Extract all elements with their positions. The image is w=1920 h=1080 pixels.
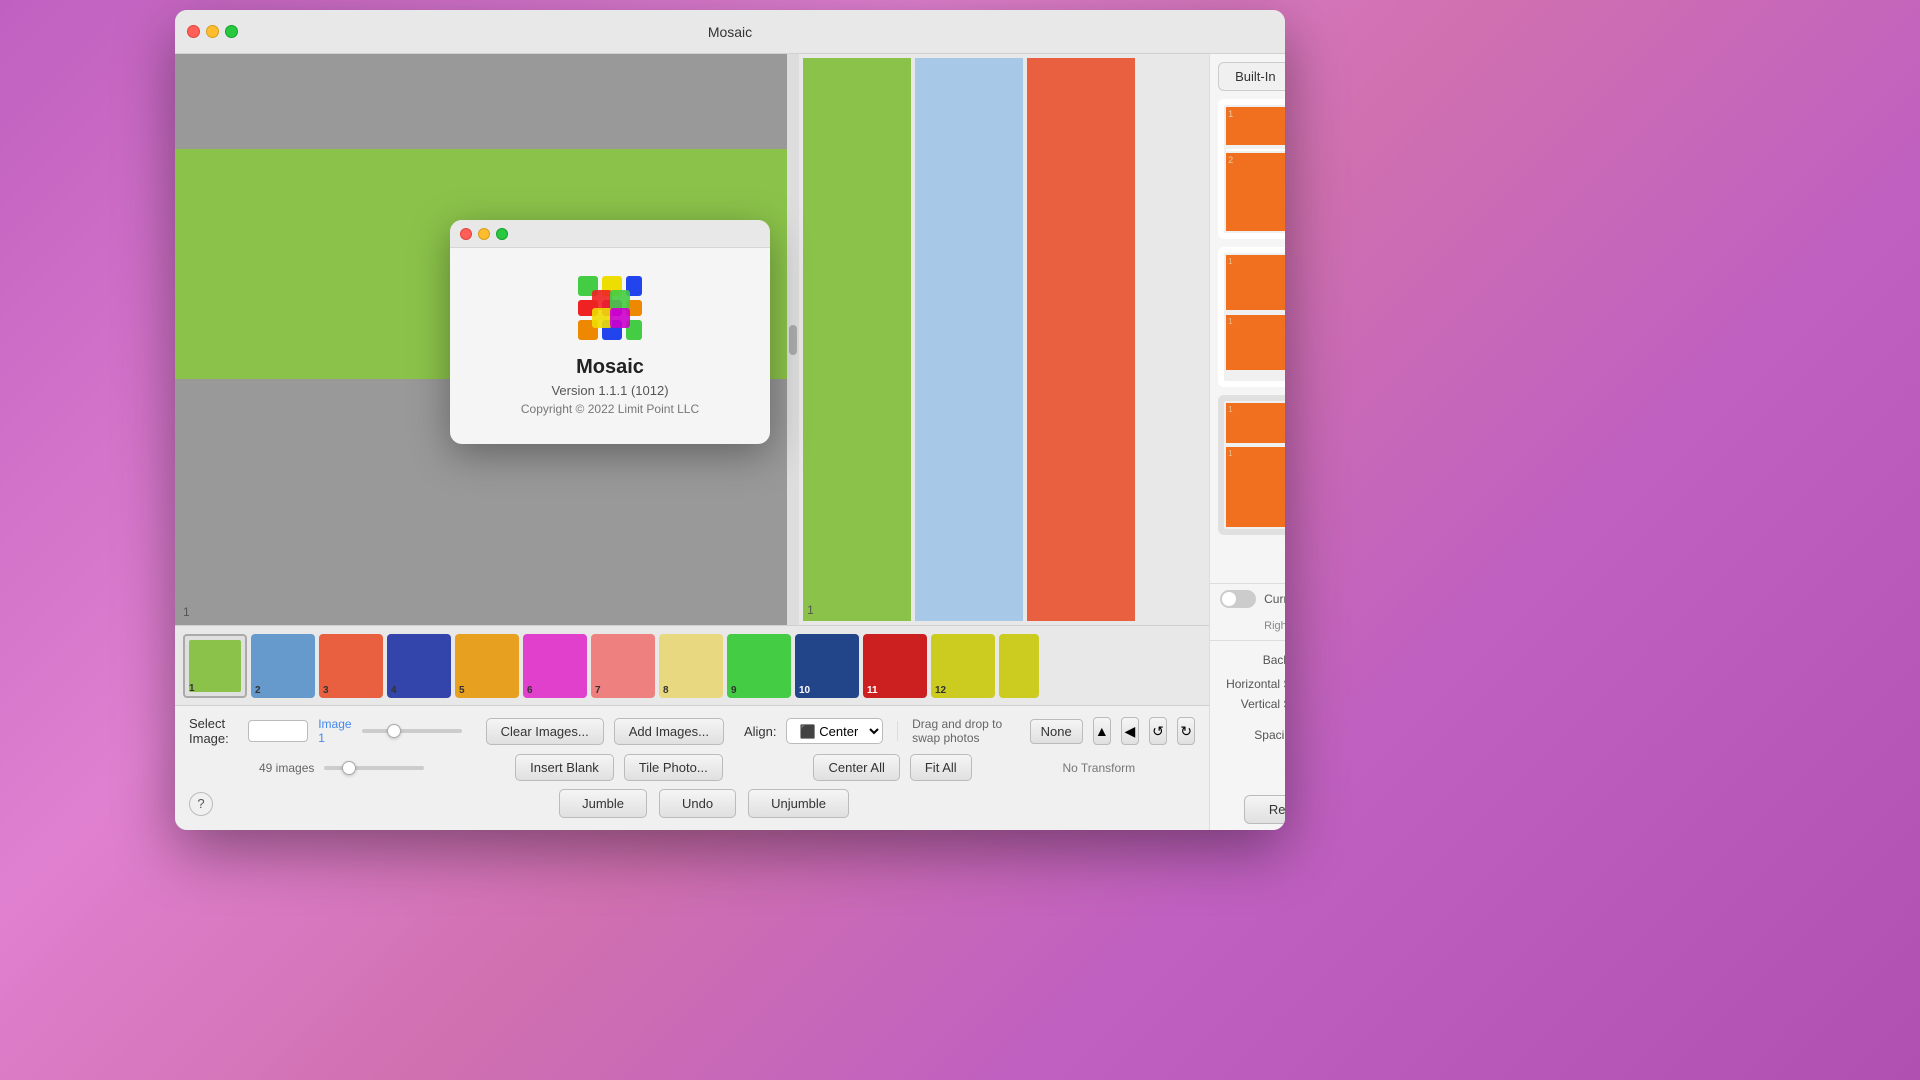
h-spacing-label: Horizontal Spacing: (1220, 677, 1285, 691)
image-label[interactable]: Image 1 (318, 717, 351, 745)
rp-page-num: 1 (807, 603, 814, 617)
image-count: 49 images (259, 761, 314, 775)
template-hint-text: Right or Control-Click for menu (1264, 620, 1285, 632)
background-row: Background: Set Transparent (1220, 649, 1285, 671)
thumbnail-8[interactable]: 8 (659, 634, 723, 698)
spacing-type-row: Spacing Type: Inset Outset Between Rende… (1220, 717, 1285, 753)
maximize-button[interactable] (225, 25, 238, 38)
select-image-label: Select Image: (189, 716, 238, 746)
templates-hint: Right or Control-Click for menu (1210, 614, 1285, 640)
close-button[interactable] (187, 25, 200, 38)
thumbnail-3[interactable]: 3 (319, 634, 383, 698)
template-item-1[interactable]: 1 2 3 (1218, 99, 1285, 239)
dialog-title-bar (450, 220, 770, 248)
window-title: Mosaic (708, 24, 752, 40)
dialog-version: Version 1.1.1 (1012) (470, 383, 750, 398)
clear-images-button[interactable]: Clear Images... (486, 718, 604, 745)
image-select-input[interactable] (248, 720, 308, 742)
tile-photo-button[interactable]: Tile Photo... (624, 754, 723, 781)
rp-col-orange (1027, 58, 1135, 621)
v-spacing-row: Vertical Spacing: 5 (1220, 697, 1285, 711)
templates-grid: 1 2 3 1 (1210, 91, 1285, 583)
dialog-body: Mosaic Version 1.1.1 (1012) Copyright © … (450, 248, 770, 444)
frame-label: Frame: (1220, 764, 1285, 778)
render-row: Result Render (1220, 789, 1285, 830)
jumble-button[interactable]: Jumble (559, 789, 647, 818)
transform-btn-1[interactable]: ▲ (1093, 717, 1111, 745)
right-side: Built-In My Templates 1 2 3 (1209, 54, 1285, 830)
thumbnail-7[interactable]: 7 (591, 634, 655, 698)
dialog-close-button[interactable] (460, 228, 472, 240)
thumbnail-1[interactable]: 1 (183, 634, 247, 698)
add-images-button[interactable]: Add Images... (614, 718, 724, 745)
controls-row-1: Select Image: Image 1 Clear Images... Ad… (189, 716, 1195, 746)
jumble-controls: Jumble Undo Unjumble (213, 789, 1195, 818)
dialog-copyright: Copyright © 2022 Limit Point LLC (470, 402, 750, 416)
align-select[interactable]: ⬛ Center Top Left Top Right (786, 718, 883, 744)
thumbnail-4[interactable]: 4 (387, 634, 451, 698)
fit-all-button[interactable]: Fit All (910, 754, 972, 781)
transform-btn-4[interactable]: ↻ (1177, 717, 1195, 745)
template-preview-1: 1 2 3 (1218, 99, 1285, 239)
insert-blank-button[interactable]: Insert Blank (515, 754, 614, 781)
title-bar: Mosaic (175, 10, 1285, 54)
built-in-tab[interactable]: Built-In (1218, 62, 1285, 91)
templates-footer: Current Default 43 (1210, 583, 1285, 614)
template-item-3[interactable]: 1 1 2 3 (1218, 395, 1285, 535)
thumbnail-10[interactable]: 10 (795, 634, 859, 698)
rp-col-blue (915, 58, 1023, 621)
image-slider[interactable] (362, 729, 462, 733)
app-icon-svg (574, 272, 646, 344)
drag-hint: Drag and drop to swap photos (912, 717, 1012, 745)
toggle-switch[interactable] (1220, 590, 1256, 608)
center-all-button[interactable]: Center All (813, 754, 899, 781)
scroll-thumb (789, 325, 797, 355)
transform-none-button[interactable]: None (1030, 719, 1083, 744)
align-label: Align: (744, 724, 777, 739)
rp-col-green (803, 58, 911, 621)
image-slider-2[interactable] (324, 766, 424, 770)
canvas-page-number: 1 (183, 605, 190, 619)
template-preview-2: 1 2 3 1 2 3 (1218, 247, 1285, 387)
traffic-lights (187, 25, 238, 38)
thumbnail-13[interactable] (999, 634, 1039, 698)
toggle-knob (1222, 592, 1236, 606)
controls-row-2: 49 images Insert Blank Tile Photo... Cen… (189, 754, 1195, 781)
h-spacing-row: Horizontal Spacing: 5 (1220, 677, 1285, 691)
thumbnail-9[interactable]: 9 (727, 634, 791, 698)
background-label: Background: (1220, 653, 1285, 667)
template-tabs: Built-In My Templates (1210, 54, 1285, 91)
app-icon (574, 272, 646, 344)
template-preview-3: 1 1 2 3 (1218, 395, 1285, 535)
v-spacing-label: Vertical Spacing: (1220, 697, 1285, 711)
result-button[interactable]: Result (1244, 795, 1285, 824)
transform-btn-2[interactable]: ◀ (1121, 717, 1139, 745)
dialog-minimize-button[interactable] (478, 228, 490, 240)
frame-row: Frame: None Thin Medium Thick (1220, 759, 1285, 783)
controls-row-3: ? Jumble Undo Unjumble (189, 789, 1195, 818)
thumbnail-2[interactable]: 2 (251, 634, 315, 698)
unjumble-button[interactable]: Unjumble (748, 789, 849, 818)
canvas-top-gray (175, 54, 787, 149)
thumbnail-11[interactable]: 11 (863, 634, 927, 698)
right-preview: 1 (799, 54, 1209, 625)
thumbnail-12[interactable]: 12 (931, 634, 995, 698)
dialog-app-name: Mosaic (470, 356, 750, 379)
thumbnails-strip: 1 2 3 4 5 6 7 (175, 625, 1209, 705)
thumbnail-5[interactable]: 5 (455, 634, 519, 698)
help-button[interactable]: ? (189, 792, 213, 816)
minimize-button[interactable] (206, 25, 219, 38)
current-label: Current (1264, 592, 1285, 606)
scroll-divider[interactable] (787, 54, 799, 625)
transform-btn-3[interactable]: ↺ (1149, 717, 1167, 745)
no-transform-label: No Transform (1062, 761, 1135, 775)
bottom-controls: Select Image: Image 1 Clear Images... Ad… (175, 705, 1209, 830)
template-item-2[interactable]: 1 2 3 1 2 3 (1218, 247, 1285, 387)
right-panel-controls: Background: Set Transparent Horizontal S… (1210, 640, 1285, 830)
thumbnail-6[interactable]: 6 (523, 634, 587, 698)
dialog-maximize-button[interactable] (496, 228, 508, 240)
spacing-type-label: Spacing Type: (1220, 728, 1285, 742)
about-dialog: Mosaic Version 1.1.1 (1012) Copyright © … (450, 220, 770, 444)
undo-button[interactable]: Undo (659, 789, 736, 818)
